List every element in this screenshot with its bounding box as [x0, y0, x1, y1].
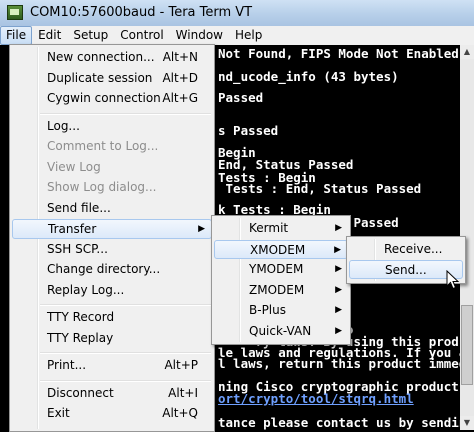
file-menu-item-log[interactable]: Log...	[12, 117, 212, 137]
menu-file[interactable]: File	[0, 26, 33, 45]
submenu-arrow-icon: ▶	[334, 244, 341, 255]
file-menu: New connection... Alt+N Duplicate session A…	[9, 44, 215, 432]
submenu-arrow-icon: ▶	[335, 264, 342, 274]
menu-separator	[40, 112, 211, 115]
file-menu-item-cygwin-connection[interactable]: Cygwin connection Alt+G	[12, 89, 212, 109]
file-menu-item-duplicate-session[interactable]: Duplicate session Alt+D	[12, 69, 212, 89]
menu-item-label: TTY Replay	[47, 330, 114, 345]
menu-item-label: SSH SCP...	[47, 241, 108, 256]
terminal-line: s Passed	[218, 123, 279, 138]
menu-item-label: Transfer	[48, 222, 97, 236]
transfer-menu-item-zmodem[interactable]: ZMODEM ▶	[214, 281, 348, 301]
menu-control[interactable]: Control	[114, 26, 169, 45]
submenu-arrow-icon: ▶	[198, 224, 205, 234]
menu-item-label: TTY Record	[47, 310, 115, 324]
transfer-submenu: Kermit ▶ XMODEM ▶ YMODEM ▶ ZMODEM ▶ B-Plus ▶ Quick…	[211, 215, 351, 345]
file-menu-item-transfer[interactable]: Transfer ▶	[12, 219, 212, 239]
menu-item-accelerator: Alt+G	[162, 91, 198, 105]
menu-item-label: View Log	[47, 159, 101, 174]
file-menu-item-tty-record[interactable]: TTY Record	[12, 308, 212, 328]
mouse-pointer-icon	[446, 270, 460, 290]
scroll-thumb[interactable]	[461, 305, 473, 385]
menu-item-label: Log...	[47, 118, 80, 133]
menu-item-accelerator: Alt+N	[162, 50, 198, 64]
menu-separator	[40, 379, 211, 382]
submenu-arrow-icon: ▶	[335, 223, 342, 233]
title-bar: COM10:57600baud - Tera Term VT	[0, 0, 474, 27]
menu-item-label: XMODEM	[250, 242, 306, 257]
menu-window[interactable]: Window	[170, 26, 229, 45]
file-menu-item-print[interactable]: Print... Alt+P	[12, 356, 212, 376]
menu-item-label: Replay Log...	[47, 282, 125, 297]
menu-item-label: Comment to Log...	[47, 139, 159, 153]
tera-term-app-icon[interactable]	[7, 5, 23, 20]
menu-item-label: Quick-VAN	[249, 323, 312, 338]
xmodem-menu-item-receive[interactable]: Receive...	[349, 240, 463, 259]
scroll-up-arrow-icon[interactable]: ▲	[460, 45, 474, 59]
file-menu-item-new-connection[interactable]: New connection... Alt+N	[12, 48, 212, 68]
file-menu-item-show-log-dialog: Show Log dialog...	[12, 178, 212, 198]
menu-item-label: Receive...	[384, 242, 443, 256]
transfer-menu-item-xmodem[interactable]: XMODEM ▶	[214, 239, 348, 259]
menu-item-label: Print...	[47, 358, 87, 372]
terminal-line: nd_ucode_info (43 bytes)	[218, 69, 399, 84]
menu-help[interactable]: Help	[229, 26, 268, 45]
menu-separator	[40, 304, 211, 306]
menu-item-label: YMODEM	[249, 262, 304, 276]
terminal-line: Tests : End, Status Passed	[218, 181, 422, 196]
menu-item-label: Disconnect	[47, 385, 114, 400]
file-menu-item-tty-replay[interactable]: TTY Replay	[12, 329, 212, 349]
menu-item-label: New connection...	[47, 50, 155, 64]
file-menu-item-disconnect[interactable]: Disconnect Alt+I	[12, 384, 212, 404]
menu-item-accelerator: Alt+I	[168, 385, 198, 400]
menu-item-label: Send file...	[47, 200, 111, 215]
menu-item-label: Show Log dialog...	[47, 180, 157, 194]
file-menu-item-view-log: View Log	[12, 158, 212, 178]
window-title: COM10:57600baud - Tera Term VT	[30, 5, 253, 20]
terminal-line: Not Found, FIPS Mode Not Enabled	[218, 46, 459, 61]
file-menu-item-send-file[interactable]: Send file...	[12, 199, 212, 219]
menu-item-label: Duplicate session	[47, 70, 153, 85]
submenu-arrow-icon: ▶	[335, 284, 342, 295]
menu-separator	[40, 352, 211, 354]
menu-item-label: Kermit	[249, 221, 289, 235]
scroll-down-arrow-icon[interactable]: ▼	[460, 416, 474, 430]
menu-edit[interactable]: Edit	[32, 26, 67, 45]
submenu-arrow-icon: ▶	[335, 305, 342, 315]
terminal-line: Passed	[218, 90, 264, 105]
menu-item-accelerator: Alt+P	[164, 358, 198, 372]
menu-setup[interactable]: Setup	[67, 26, 114, 45]
transfer-menu-item-b-plus[interactable]: B-Plus ▶	[214, 301, 348, 321]
transfer-menu-item-ymodem[interactable]: YMODEM ▶	[214, 260, 348, 280]
file-menu-item-change-directory[interactable]: Change directory...	[12, 260, 212, 280]
menu-item-label: B-Plus	[249, 303, 286, 317]
terminal-line: tance please contact us by sending	[218, 415, 474, 430]
menu-item-accelerator: Alt+Q	[162, 406, 198, 420]
transfer-menu-item-quick-van[interactable]: Quick-VAN ▶	[214, 322, 348, 342]
file-menu-item-replay-log[interactable]: Replay Log...	[12, 281, 212, 301]
terminal-line: ort/crypto/tool/stqrq.html	[218, 391, 414, 406]
menu-item-accelerator: Alt+D	[162, 70, 198, 85]
menu-item-label: Send...	[385, 263, 427, 277]
menu-item-label: Exit	[47, 406, 70, 420]
file-menu-item-exit[interactable]: Exit Alt+Q	[12, 404, 212, 424]
terminal-line: l laws, return this product immedi	[218, 356, 474, 371]
file-menu-item-ssh-scp[interactable]: SSH SCP...	[12, 240, 212, 260]
file-menu-item-comment-to-log: Comment to Log...	[12, 137, 212, 157]
menu-item-label: Change directory...	[47, 262, 161, 276]
transfer-menu-item-kermit[interactable]: Kermit ▶	[214, 219, 348, 239]
menu-item-label: Cygwin connection	[47, 91, 161, 105]
menu-bar: File Edit Setup Control Window Help	[0, 26, 474, 46]
submenu-arrow-icon: ▶	[335, 325, 342, 336]
menu-item-label: ZMODEM	[249, 282, 305, 297]
